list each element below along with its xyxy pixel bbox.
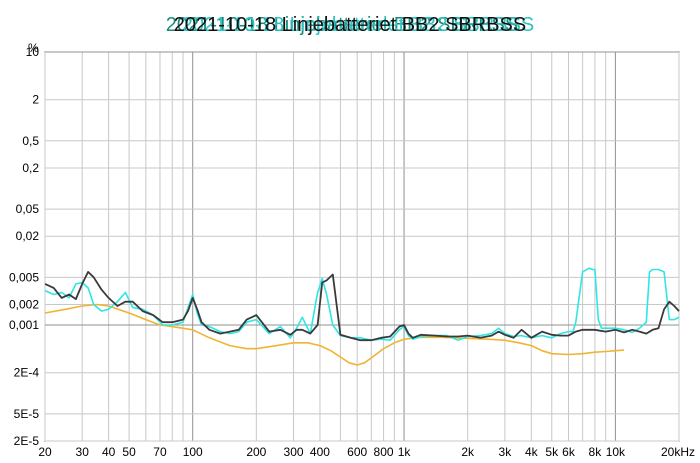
x-tick-label: 50 bbox=[122, 445, 136, 459]
x-tick-label: 3k bbox=[499, 445, 513, 459]
y-tick-label: 0,005 bbox=[9, 270, 39, 284]
x-tick-label: 200 bbox=[246, 445, 266, 459]
x-tick-label: 2k bbox=[461, 445, 475, 459]
chart-svg: 20 30 40 50 70 100 200 300 400 600 800 1k 2k 3k 4k 5k 6k… bbox=[9, 14, 695, 459]
y-tick-label: 2 bbox=[32, 93, 39, 107]
x-tick-label: 600 bbox=[347, 445, 367, 459]
x-tick-label: 5k bbox=[545, 445, 559, 459]
x-tick-label: 40 bbox=[102, 445, 116, 459]
y-tick-label: 0,02 bbox=[16, 229, 40, 243]
y-tick-label: 2E-4 bbox=[14, 366, 40, 380]
chart-title-group: 2021-10-18 Linjebatteriet BB2 SBRBSS2021… bbox=[166, 14, 534, 36]
x-tick-label: 70 bbox=[153, 445, 167, 459]
x-tick-label: 8k bbox=[589, 445, 603, 459]
x-tick-label: 20 bbox=[38, 445, 52, 459]
y-tick-label: 0,001 bbox=[9, 318, 39, 332]
y-tick-labels: 1020,50,20,050,020,0050,0020,0012E-45E-5… bbox=[9, 45, 39, 448]
chart-title: 2021-10-18 Linjebatteriet BB2 SBRBSS bbox=[174, 14, 526, 36]
x-tick-label: 300 bbox=[284, 445, 304, 459]
x-tick-label: 800 bbox=[374, 445, 394, 459]
x-tick-label: 6k bbox=[562, 445, 576, 459]
y-tick-label: 2E-5 bbox=[14, 434, 40, 448]
y-tick-label: 0,5 bbox=[22, 134, 39, 148]
y-tick-label: 0,05 bbox=[16, 202, 40, 216]
y-axis-unit-label: % bbox=[28, 41, 39, 55]
x-tick-labels: 20 30 40 50 70 100 200 300 400 600 800 1k 2k 3k 4k 5k 6k… bbox=[38, 445, 695, 459]
x-tick-label: 1k bbox=[398, 445, 412, 459]
x-tick-label: 4k bbox=[525, 445, 539, 459]
y-tick-label: 5E-5 bbox=[14, 407, 40, 421]
chart: 20 30 40 50 70 100 200 300 400 600 800 1k 2k 3k 4k 5k 6k… bbox=[0, 0, 700, 463]
x-tick-label: 400 bbox=[310, 445, 330, 459]
x-tick-label: 100 bbox=[183, 445, 203, 459]
x-tick-label: 10k bbox=[606, 445, 626, 459]
y-tick-label: 0,002 bbox=[9, 297, 39, 311]
x-tick-label: 20kHz bbox=[661, 445, 695, 459]
x-tick-label: 30 bbox=[76, 445, 90, 459]
y-tick-label: 0,2 bbox=[22, 161, 39, 175]
plot-area bbox=[44, 51, 680, 442]
